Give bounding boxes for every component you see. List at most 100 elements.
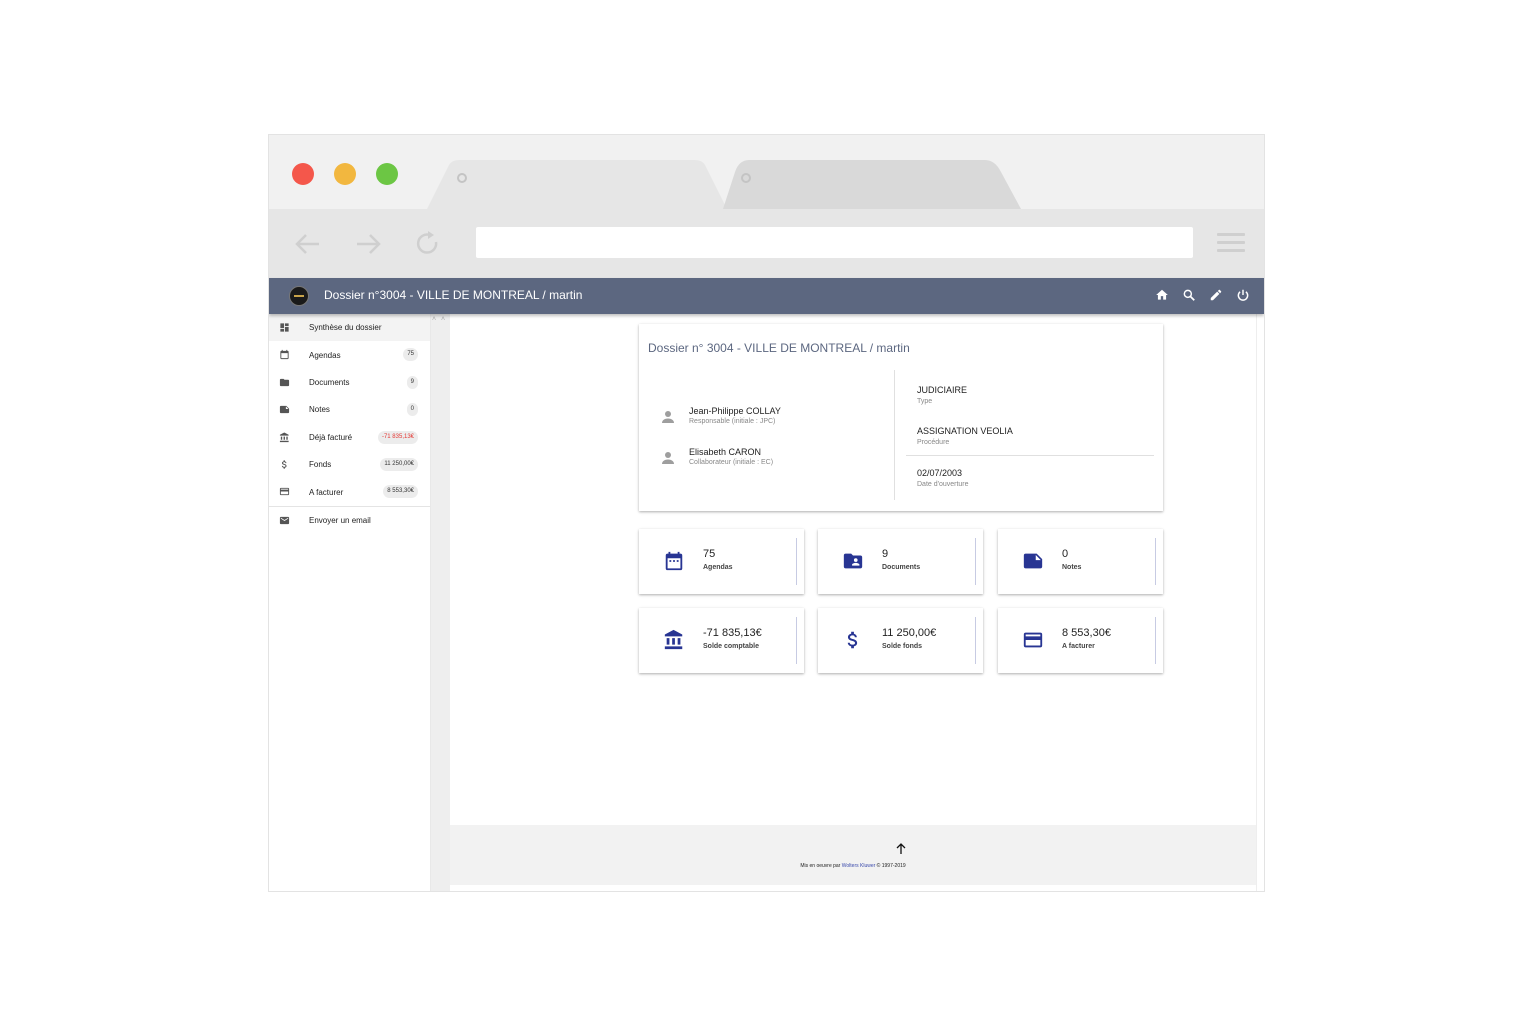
count-badge: 75: [403, 348, 418, 362]
dossier-summary-card: Dossier n° 3004 - VILLE DE MONTREAL / ma…: [639, 324, 1163, 511]
note-icon: [1023, 553, 1043, 569]
field-value: JUDICIAIRE: [917, 385, 968, 395]
sidebar-item-deja-facture[interactable]: Déjà facturé -71 835,13€: [269, 424, 430, 451]
stat-card-documents[interactable]: 9 Documents: [818, 529, 983, 594]
minimize-window-button[interactable]: [334, 163, 356, 185]
count-badge: 0: [406, 403, 418, 417]
arrow-up-icon[interactable]: [896, 843, 906, 855]
browser-toolbar: [269, 209, 1264, 278]
stat-label: Solde fonds: [882, 643, 923, 650]
person-name: Jean-Philippe COLLAY: [689, 406, 781, 416]
browser-tab[interactable]: [723, 160, 1021, 209]
stat-card-agendas[interactable]: 75 Agendas: [639, 529, 804, 594]
maximize-window-button[interactable]: [376, 163, 398, 185]
chevron-up-icon[interactable]: ˄: [432, 316, 436, 323]
sidebar-item-label: Envoyer un email: [309, 515, 371, 525]
sidebar-item-label: Agendas: [309, 350, 341, 360]
person-icon: [662, 411, 674, 423]
stat-card-notes[interactable]: 0 Notes: [998, 529, 1163, 594]
amount-badge: -71 835,13€: [377, 430, 418, 444]
app-title: Dossier n°3004 - VILLE DE MONTREAL / mar…: [324, 288, 583, 302]
main-content: Dossier n° 3004 - VILLE DE MONTREAL / ma…: [450, 314, 1256, 825]
stat-label: Documents: [882, 564, 921, 571]
folder-icon: [279, 378, 290, 386]
url-input[interactable]: [476, 227, 1193, 258]
divider: [796, 617, 797, 664]
browser-titlebar: [269, 135, 1264, 209]
sidebar-item-email[interactable]: Envoyer un email: [269, 507, 430, 534]
sidebar-item-a-facturer[interactable]: A facturer 8 553,30€: [269, 478, 430, 505]
sidebar-item-label: A facturer: [309, 487, 344, 497]
app-header: Dossier n°3004 - VILLE DE MONTREAL / mar…: [269, 278, 1264, 314]
credit-card-icon: [1023, 632, 1043, 648]
dossier-title: Dossier n° 3004 - VILLE DE MONTREAL / ma…: [648, 341, 910, 355]
divider: [1155, 538, 1156, 585]
calendar-icon: [280, 350, 289, 360]
stat-label: Solde comptable: [703, 643, 760, 650]
stat-card-a-facturer[interactable]: 8 553,30€ A facturer: [998, 608, 1163, 673]
divider: [894, 370, 895, 500]
forward-arrow-icon[interactable]: [353, 229, 383, 259]
stat-card-solde-fonds[interactable]: 11 250,00€ Solde fonds: [818, 608, 983, 673]
person-role: Responsable (initiale : JPC): [689, 418, 776, 425]
bank-icon: [664, 629, 683, 650]
footer-credit: Mis en oeuvre par Wolters Kluwer © 1997-…: [450, 863, 1256, 869]
mail-icon: [279, 516, 290, 524]
dollar-icon: [281, 460, 287, 469]
amount-badge: 11 250,00€: [380, 457, 418, 471]
dashboard-icon: [280, 323, 289, 332]
count-badge: 9: [406, 375, 418, 389]
stat-value: 75: [703, 548, 716, 560]
credit-link[interactable]: Wolters Kluwer: [842, 863, 876, 869]
search-icon[interactable]: [1182, 288, 1196, 302]
back-arrow-icon[interactable]: [293, 229, 323, 259]
stat-value: 0: [1062, 548, 1069, 560]
edit-icon[interactable]: [1209, 288, 1223, 302]
tab-close-icon[interactable]: [741, 173, 751, 183]
field-value: ASSIGNATION VEOLIA: [917, 426, 1013, 436]
stat-value: 9: [882, 548, 889, 560]
sidebar-scrollbar[interactable]: ˄ ˄: [431, 314, 450, 891]
divider: [975, 617, 976, 664]
browser-menu-icon[interactable]: [1217, 233, 1245, 255]
sidebar-item-synthese[interactable]: Synthèse du dossier: [269, 314, 430, 342]
note-icon: [279, 406, 290, 414]
bank-icon: [279, 432, 289, 442]
browser-window: Dossier n°3004 - VILLE DE MONTREAL / mar…: [268, 134, 1265, 892]
reload-icon[interactable]: [413, 229, 443, 259]
stat-value: 8 553,30€: [1062, 627, 1111, 639]
sidebar-item-agendas[interactable]: Agendas 75: [269, 341, 430, 368]
field-label: Procédure: [917, 439, 950, 446]
sidebar-item-documents[interactable]: Documents 9: [269, 369, 430, 396]
stat-card-solde-comptable[interactable]: -71 835,13€ Solde comptable: [639, 608, 804, 673]
main-scrollbar[interactable]: [1256, 314, 1264, 891]
person-role: Collaborateur (initiale : EC): [689, 459, 774, 466]
sidebar-item-fonds[interactable]: Fonds 11 250,00€: [269, 451, 430, 478]
person-icon: [662, 452, 674, 464]
divider: [906, 455, 1154, 456]
divider: [1155, 617, 1156, 664]
close-window-button[interactable]: [292, 163, 314, 185]
stat-label: Notes: [1062, 564, 1082, 571]
field-label: Type: [917, 398, 933, 405]
browser-tab-active[interactable]: [427, 160, 727, 209]
home-icon[interactable]: [1155, 288, 1169, 302]
sidebar-item-label: Notes: [309, 405, 330, 415]
credit-card-icon: [279, 488, 290, 496]
credit-text: Mis en oeuvre par: [800, 863, 842, 869]
stat-label: Agendas: [703, 564, 733, 571]
power-icon[interactable]: [1236, 288, 1250, 302]
tab-close-icon[interactable]: [457, 173, 467, 183]
amount-badge: 8 553,30€: [383, 485, 418, 499]
app-logo: [289, 286, 309, 306]
stat-value: -71 835,13€: [703, 627, 762, 639]
sidebar-item-label: Documents: [309, 377, 350, 387]
field-value: 02/07/2003: [917, 468, 963, 478]
chevron-up-icon[interactable]: ˄: [441, 316, 445, 323]
field-type: JUDICIAIRE Type: [917, 385, 967, 405]
sidebar-item-notes[interactable]: Notes 0: [269, 396, 430, 423]
horizontal-scrollbar[interactable]: [450, 885, 1256, 891]
sidebar: Synthèse du dossier Agendas 75 Documents…: [269, 314, 431, 891]
page-footer: Mis en oeuvre par Wolters Kluwer © 1997-…: [450, 825, 1256, 885]
dollar-icon: [847, 631, 858, 649]
